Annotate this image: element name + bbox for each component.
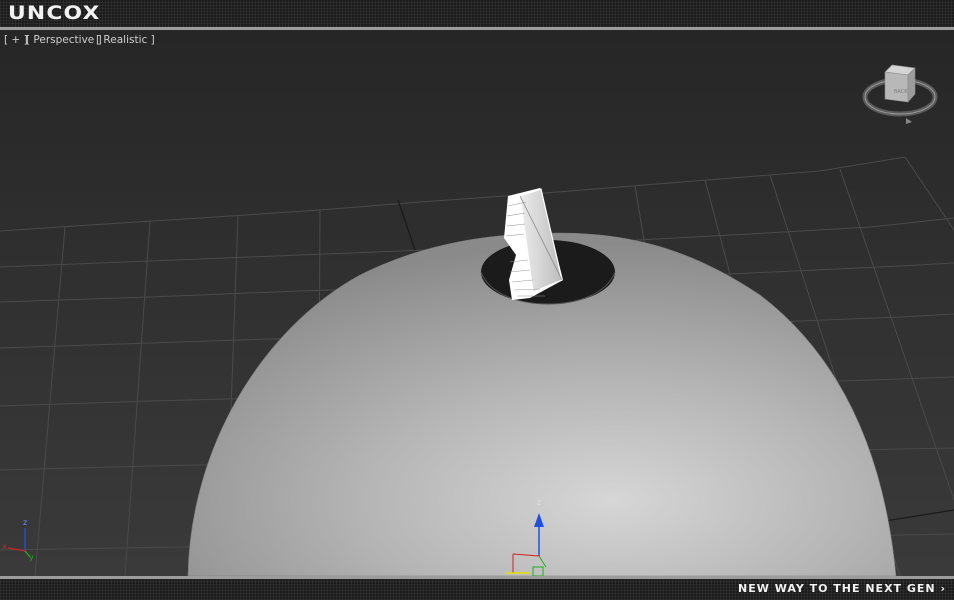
tripod-x-label: x — [2, 542, 7, 551]
twisted-block-object[interactable] — [504, 188, 563, 300]
viewport-shading-label[interactable]: [ Realistic ] — [96, 34, 155, 46]
perspective-viewport[interactable]: z z x y BACK [ + ] [ Perspective] [Rea… — [0, 30, 954, 576]
grid-home-line — [397, 199, 416, 251]
gizmo-z-label: z — [537, 498, 541, 507]
viewport-scene: z z x y BACK — [0, 64, 954, 576]
tripod-z-label: z — [23, 518, 27, 527]
world-axis-tripod: z x y — [2, 518, 34, 562]
top-bar: UNCOX — [0, 0, 954, 27]
brand-logo: UNCOX — [8, 2, 101, 24]
viewport-menu-plus[interactable]: [ + ] — [4, 34, 28, 46]
viewport-point-of-view-label[interactable]: [ Perspective ] — [26, 34, 102, 46]
footer-tagline: NEW WAY TO THE NEXT GEN › — [738, 582, 946, 595]
bottom-bar: NEW WAY TO THE NEXT GEN › — [0, 579, 954, 600]
viewcube-face-label: BACK — [894, 89, 908, 95]
tripod-y-label: y — [29, 553, 34, 562]
viewcube[interactable]: BACK — [862, 64, 938, 124]
